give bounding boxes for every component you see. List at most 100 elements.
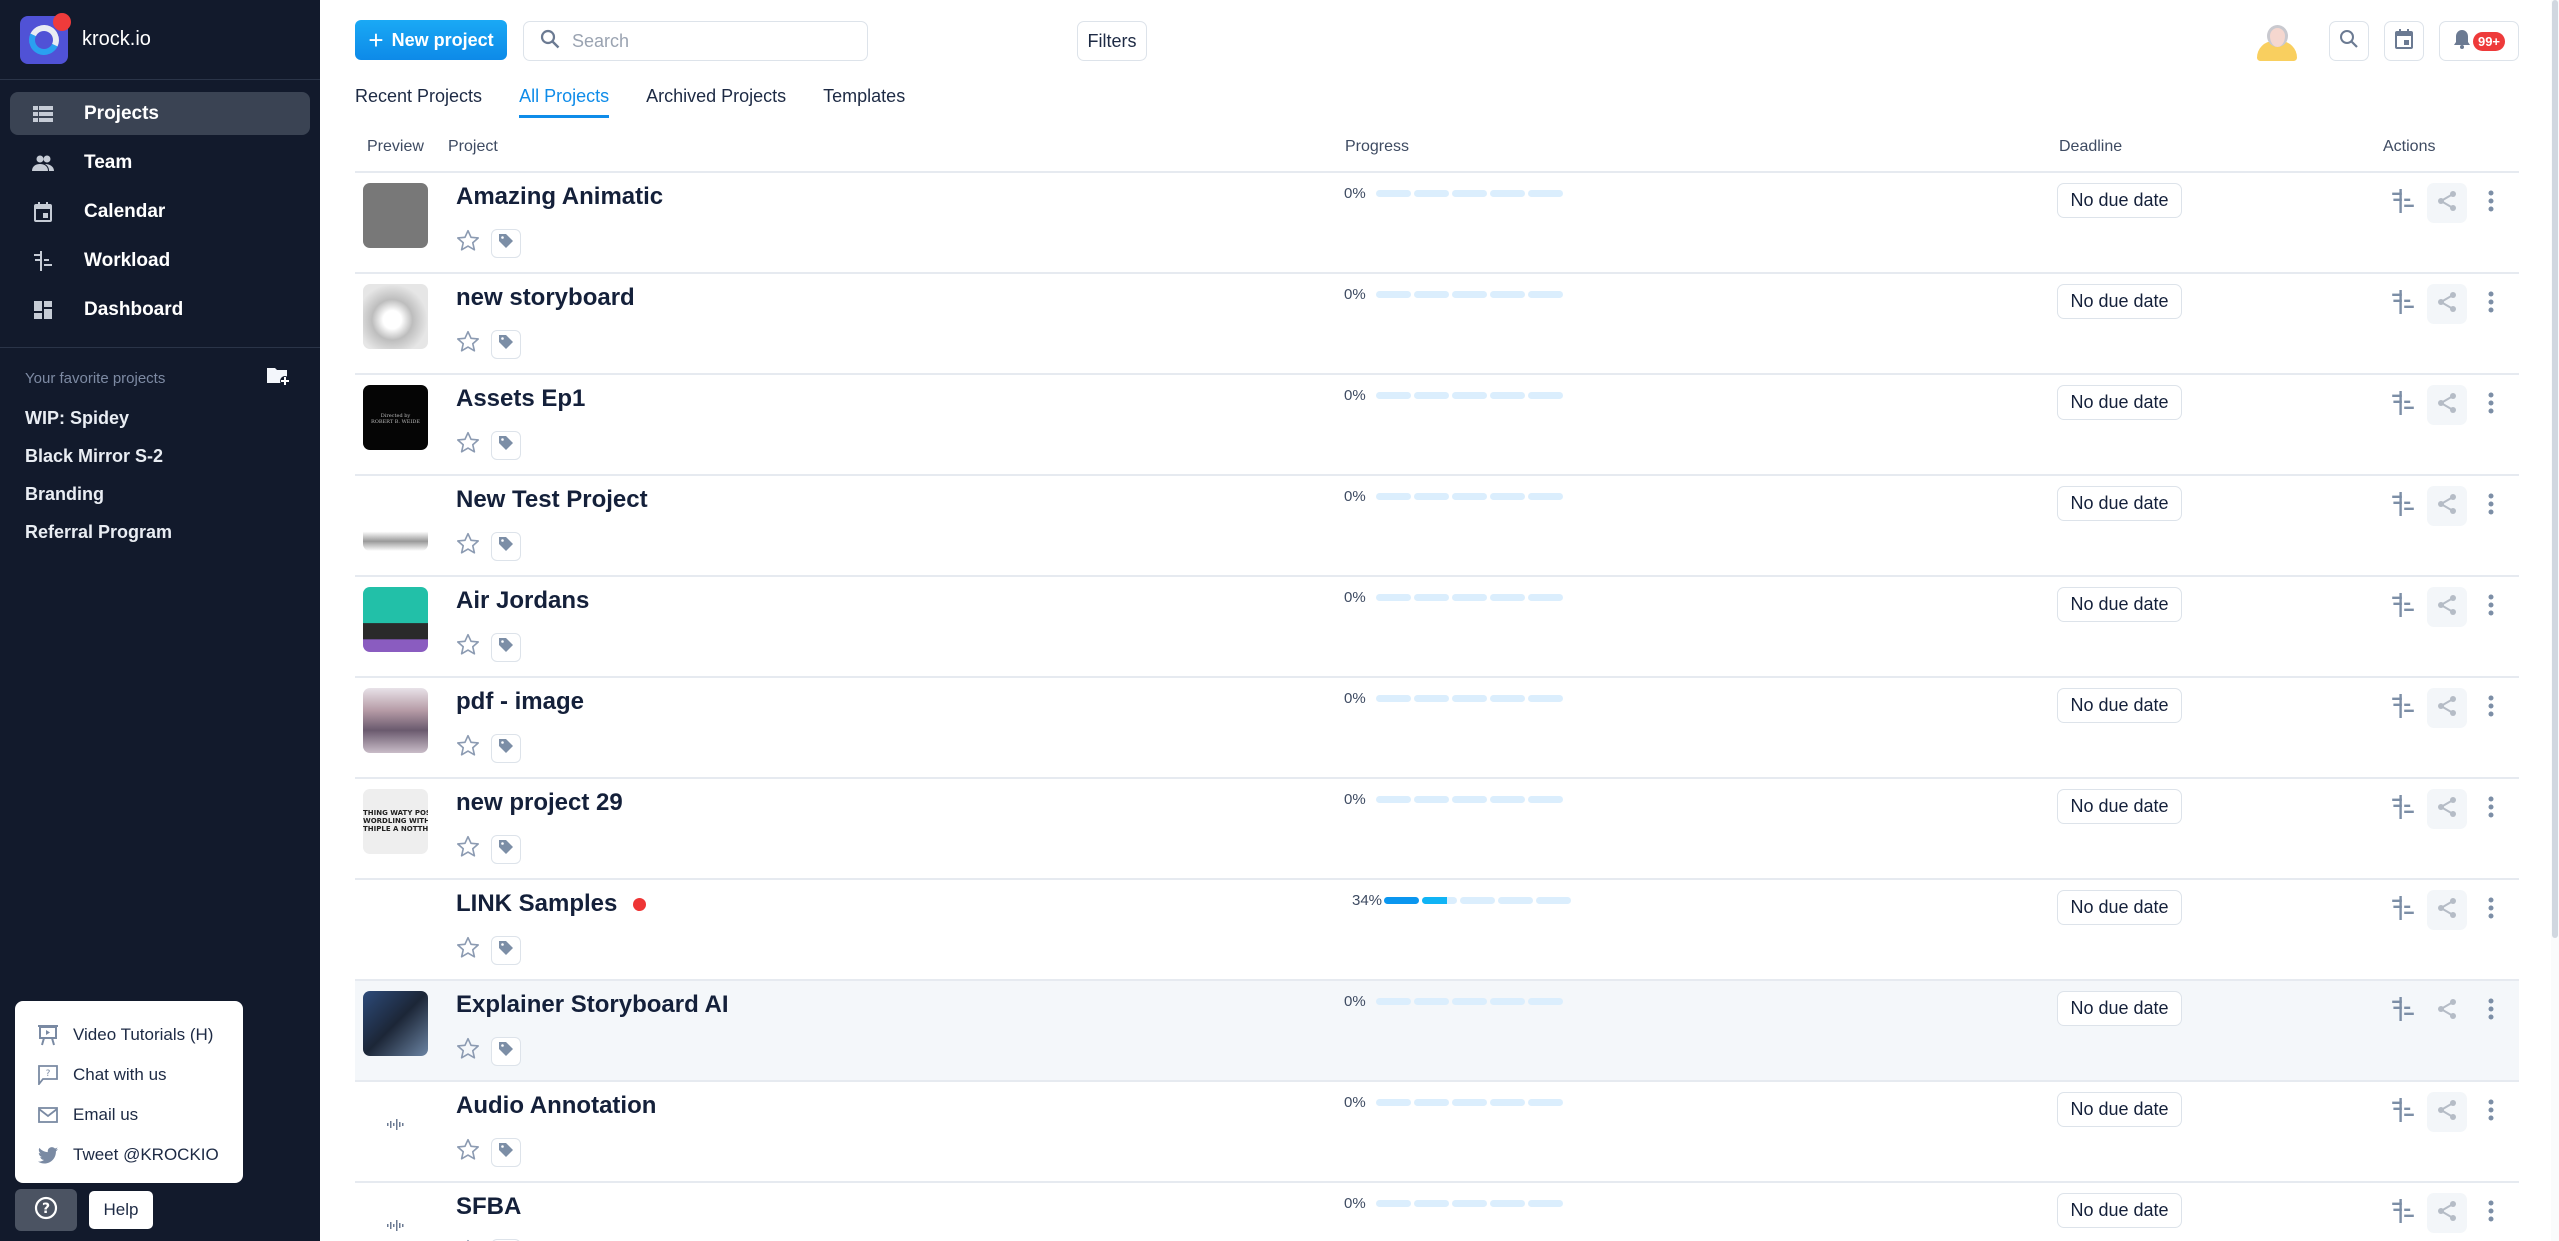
project-row[interactable]: LINK Samples 34% No due date [355, 880, 2519, 981]
deadline-button[interactable]: No due date [2057, 284, 2182, 319]
project-name-wrap[interactable]: SFBA [456, 1193, 521, 1221]
share-button[interactable] [2427, 1092, 2467, 1132]
share-button[interactable] [2427, 991, 2467, 1031]
project-thumbnail[interactable] [363, 1193, 428, 1241]
star-icon[interactable] [455, 632, 481, 658]
more-button[interactable] [2471, 789, 2511, 829]
tag-button[interactable] [491, 431, 521, 460]
workload-button[interactable] [2383, 789, 2423, 829]
star-icon[interactable] [455, 733, 481, 759]
more-button[interactable] [2471, 1193, 2511, 1233]
favorite-project[interactable]: Black Mirror S-2 [0, 437, 320, 475]
favorite-project[interactable]: Referral Program [0, 513, 320, 551]
project-name[interactable]: Audio Annotation [456, 1092, 656, 1120]
project-thumbnail[interactable] [363, 284, 428, 349]
tab-archived-projects[interactable]: Archived Projects [646, 86, 786, 118]
workload-button[interactable] [2383, 991, 2423, 1031]
project-name-wrap[interactable]: New Test Project [456, 486, 648, 514]
project-name[interactable]: Assets Ep1 [456, 385, 585, 413]
project-row[interactable]: new storyboard 0% No due date [355, 274, 2519, 375]
tag-button[interactable] [491, 734, 521, 763]
share-button[interactable] [2427, 385, 2467, 425]
project-name[interactable]: New Test Project [456, 486, 648, 514]
project-name-wrap[interactable]: new storyboard [456, 284, 635, 312]
tag-button[interactable] [491, 1037, 521, 1066]
deadline-button[interactable]: No due date [2057, 789, 2182, 824]
project-name[interactable]: Amazing Animatic [456, 183, 663, 211]
star-icon[interactable] [455, 329, 481, 355]
tag-button[interactable] [491, 1138, 521, 1167]
project-thumbnail[interactable] [363, 1092, 428, 1157]
share-button[interactable] [2427, 688, 2467, 728]
more-button[interactable] [2471, 1092, 2511, 1132]
help-tweet[interactable]: Tweet @KROCKIO [37, 1135, 243, 1175]
project-name[interactable]: SFBA [456, 1193, 521, 1221]
project-thumbnail[interactable]: Directed by ROBERT B. WEIDE [363, 385, 428, 450]
favorite-project[interactable]: WIP: Spidey [0, 399, 320, 437]
more-button[interactable] [2471, 587, 2511, 627]
share-button[interactable] [2427, 183, 2467, 223]
tab-all-projects[interactable]: All Projects [519, 86, 610, 118]
project-thumbnail[interactable] [363, 890, 428, 955]
more-button[interactable] [2471, 688, 2511, 728]
star-icon[interactable] [455, 935, 481, 961]
help-chat[interactable]: ? Chat with us [37, 1055, 243, 1095]
sidebar-item-dashboard[interactable]: Dashboard [10, 288, 310, 331]
new-project-button[interactable]: + New project [355, 20, 507, 60]
project-name-wrap[interactable]: LINK Samples [456, 890, 647, 918]
project-name-wrap[interactable]: Audio Annotation [456, 1092, 656, 1120]
project-name-wrap[interactable]: new project 29 [456, 789, 623, 817]
project-row[interactable]: THING WATY POSPERWORDLING WITHINGTHIPLE … [355, 779, 2519, 880]
project-row[interactable]: Directed by ROBERT B. WEIDE Assets Ep1 0%… [355, 375, 2519, 476]
deadline-button[interactable]: No due date [2057, 1092, 2182, 1127]
star-icon[interactable] [455, 1137, 481, 1163]
workload-button[interactable] [2383, 1092, 2423, 1132]
workload-button[interactable] [2383, 1193, 2423, 1233]
project-thumbnail[interactable] [363, 486, 428, 551]
help-email[interactable]: Email us [37, 1095, 243, 1135]
share-button[interactable] [2427, 587, 2467, 627]
project-name[interactable]: LINK Samples [456, 890, 617, 918]
share-button[interactable] [2427, 486, 2467, 526]
workload-button[interactable] [2383, 183, 2423, 223]
deadline-button[interactable]: No due date [2057, 486, 2182, 521]
workload-button[interactable] [2383, 486, 2423, 526]
deadline-button[interactable]: No due date [2057, 991, 2182, 1026]
workload-button[interactable] [2383, 587, 2423, 627]
project-row[interactable]: SFBA 0% No due date [355, 1183, 2519, 1241]
workload-button[interactable] [2383, 385, 2423, 425]
project-thumbnail[interactable] [363, 587, 428, 652]
project-thumbnail[interactable] [363, 991, 428, 1056]
deadline-button[interactable]: No due date [2057, 183, 2182, 218]
project-name[interactable]: new project 29 [456, 789, 623, 817]
deadline-button[interactable]: No due date [2057, 385, 2182, 420]
krock-logo-icon[interactable] [20, 12, 71, 64]
more-button[interactable] [2471, 284, 2511, 324]
workload-button[interactable] [2383, 688, 2423, 728]
project-name[interactable]: Explainer Storyboard AI [456, 991, 729, 1019]
deadline-button[interactable]: No due date [2057, 688, 2182, 723]
sidebar-item-workload[interactable]: Workload [10, 239, 310, 282]
star-icon[interactable] [455, 531, 481, 557]
star-icon[interactable] [455, 834, 481, 860]
add-folder-icon[interactable] [266, 366, 290, 391]
more-button[interactable] [2471, 991, 2511, 1031]
project-name-wrap[interactable]: Amazing Animatic [456, 183, 663, 211]
search-box[interactable] [523, 21, 868, 61]
help-button[interactable]: ? [15, 1189, 77, 1231]
project-row[interactable]: Explainer Storyboard AI 0% No due date [355, 981, 2519, 1082]
global-search-button[interactable] [2329, 21, 2369, 61]
filters-button[interactable]: Filters [1077, 21, 1147, 61]
tag-button[interactable] [491, 330, 521, 359]
tag-button[interactable] [491, 936, 521, 965]
project-name-wrap[interactable]: Assets Ep1 [456, 385, 585, 413]
favorite-project[interactable]: Branding [0, 475, 320, 513]
scrollbar[interactable] [2551, 0, 2559, 1241]
share-button[interactable] [2427, 789, 2467, 829]
sidebar-item-team[interactable]: Team [10, 141, 310, 184]
tab-templates[interactable]: Templates [823, 86, 905, 118]
project-name-wrap[interactable]: Air Jordans [456, 587, 589, 615]
more-button[interactable] [2471, 183, 2511, 223]
project-thumbnail[interactable] [363, 183, 428, 248]
calendar-button[interactable] [2384, 21, 2424, 61]
